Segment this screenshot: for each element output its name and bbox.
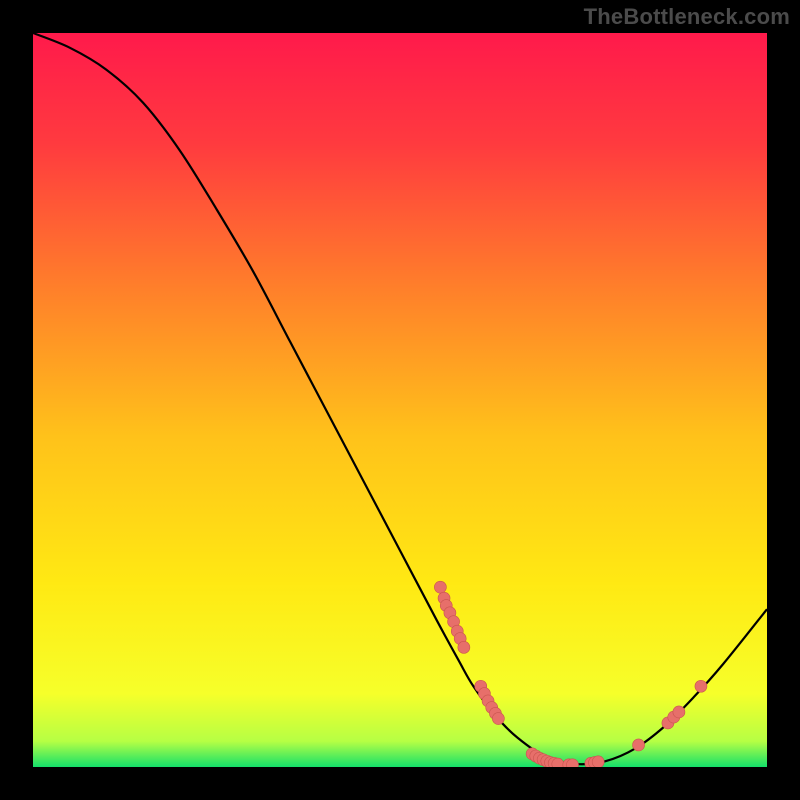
watermark-text: TheBottleneck.com <box>584 4 790 30</box>
data-point <box>458 641 470 653</box>
bottleneck-curve <box>33 33 767 764</box>
chart-frame: TheBottleneck.com <box>0 0 800 800</box>
data-point <box>552 758 564 767</box>
plot-area <box>33 33 767 767</box>
data-point <box>492 713 504 725</box>
data-point <box>434 581 446 593</box>
data-point <box>633 739 645 751</box>
data-point <box>592 756 604 767</box>
chart-overlay <box>33 33 767 767</box>
data-point <box>673 706 685 718</box>
data-point <box>695 680 707 692</box>
data-points <box>434 581 707 767</box>
